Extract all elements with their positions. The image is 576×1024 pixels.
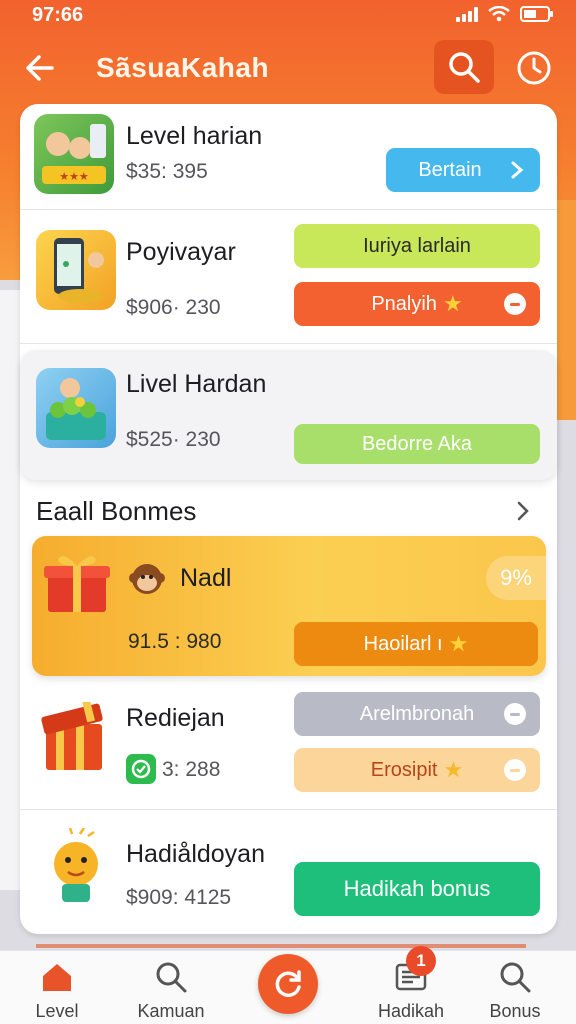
level-row-selected[interactable]: Livel Hardan $525· 230 Bedorre Aka [20, 350, 557, 480]
level-title: Level harian [126, 122, 263, 150]
search-icon [449, 52, 480, 83]
daily-claim-label: Iuriya larlain [363, 234, 471, 257]
level-row: Poyivayar $906· 230 Iuriya larlain Pnaly… [20, 210, 557, 344]
clock-icon [517, 51, 551, 85]
search-button[interactable] [434, 40, 494, 94]
level-thumbnail [36, 230, 116, 310]
status-bar: 97:66 [0, 0, 576, 32]
chevron-right-icon [511, 161, 524, 179]
nav-label: Level [35, 1001, 79, 1021]
battery-icon [520, 6, 554, 22]
redeem-button-label: Arelmbronah [359, 702, 475, 725]
claim-button-label: Bedorre Aka [361, 432, 473, 455]
star-icon: ★ [442, 291, 463, 316]
level-price: $35: 395 [126, 160, 208, 183]
search-icon [156, 962, 187, 993]
section-title: Eaall Bonmes [36, 496, 197, 526]
level-price: $906· 230 [126, 296, 221, 319]
discount-badge: 9% [486, 556, 546, 600]
minus-icon [504, 759, 526, 781]
svg-text:★★★: ★★★ [59, 170, 89, 183]
deposit-button-label: Erosipit [370, 758, 438, 781]
home-icon [43, 964, 71, 991]
nav-item-kamuan[interactable]: Kamuan [116, 951, 226, 1024]
bonus-title: Rediejan [126, 704, 225, 732]
status-time: 97:66 [32, 4, 84, 26]
bonus-claim-button[interactable]: Hadikah bonus [294, 862, 540, 916]
check-icon [126, 754, 156, 784]
arrow-left-icon [26, 55, 54, 81]
featured-bonus-card[interactable]: Nadl 91.5 : 980 9% Haoilarl ı ★ [32, 536, 546, 676]
monkey-icon [129, 564, 165, 594]
page-title: SãsuaKahah [96, 52, 270, 83]
search-icon [500, 962, 531, 993]
deposit-button[interactable]: Erosipit ★ [294, 748, 540, 792]
history-button[interactable] [514, 48, 554, 88]
play-button[interactable]: Pnalyih ★ [294, 282, 540, 326]
rewards-card: ★★★ Level harian $35: 395 Bertain Poyiva… [20, 104, 557, 934]
level-title: Livel Hardan [126, 370, 267, 398]
featured-claim-label: Haoilarl ı [363, 632, 443, 655]
gift-box-icon [41, 702, 103, 770]
star-icon: ★ [443, 757, 464, 782]
chevron-right-icon [517, 501, 529, 521]
nav-label: Bonus [489, 1001, 541, 1021]
level-row: ★★★ Level harian $35: 395 Bertain [20, 104, 557, 210]
start-button[interactable]: Bertain [386, 148, 540, 192]
start-button-label: Bertain [418, 158, 482, 181]
nav-label: Kamuan [137, 1001, 205, 1021]
wifi-icon [488, 6, 510, 22]
bonus-claim-label: Hadikah bonus [343, 876, 491, 901]
featured-value: 91.5 : 980 [128, 630, 222, 653]
nav-item-bonus[interactable]: Bonus [460, 951, 570, 1024]
daily-claim-button[interactable]: Iuriya larlain [294, 224, 540, 268]
level-price: $525· 230 [126, 428, 221, 451]
nav-item-refresh[interactable] [258, 954, 318, 1014]
bonus-value: 3: 288 [162, 758, 221, 781]
bonus-title: Hadiåldoyan [126, 840, 265, 868]
featured-claim-button[interactable]: Haoilarl ı ★ [294, 622, 538, 666]
refresh-icon [275, 970, 301, 997]
minus-icon [504, 293, 526, 315]
gift-icon [44, 556, 110, 612]
nav-label: Hadikah [377, 1001, 445, 1021]
featured-title: Nadl [180, 564, 232, 592]
star-icon: ★ [448, 631, 469, 656]
bonus-row: Hadiåldoyan $909: 4125 Hadikah bonus [20, 810, 557, 934]
notification-badge: 1 [406, 946, 436, 976]
signal-icon [456, 6, 478, 22]
redeem-button[interactable]: Arelmbronah [294, 692, 540, 736]
level-title: Poyivayar [126, 238, 236, 266]
app-header: SãsuaKahah [0, 36, 576, 98]
bonus-price: $909: 4125 [126, 886, 232, 909]
mascot-icon [54, 828, 98, 902]
section-see-all[interactable] [508, 496, 538, 526]
claim-button[interactable]: Bedorre Aka [294, 424, 540, 464]
minus-icon [504, 703, 526, 725]
back-button[interactable] [20, 48, 60, 88]
level-thumbnail: ★★★ [34, 114, 114, 194]
nav-item-level[interactable]: Level [2, 951, 112, 1024]
level-thumbnail [36, 368, 116, 448]
bonus-row: Rediejan 3: 288 Arelmbronah Erosipit ★ [20, 682, 557, 810]
play-button-label: Pnalyih [371, 292, 437, 315]
